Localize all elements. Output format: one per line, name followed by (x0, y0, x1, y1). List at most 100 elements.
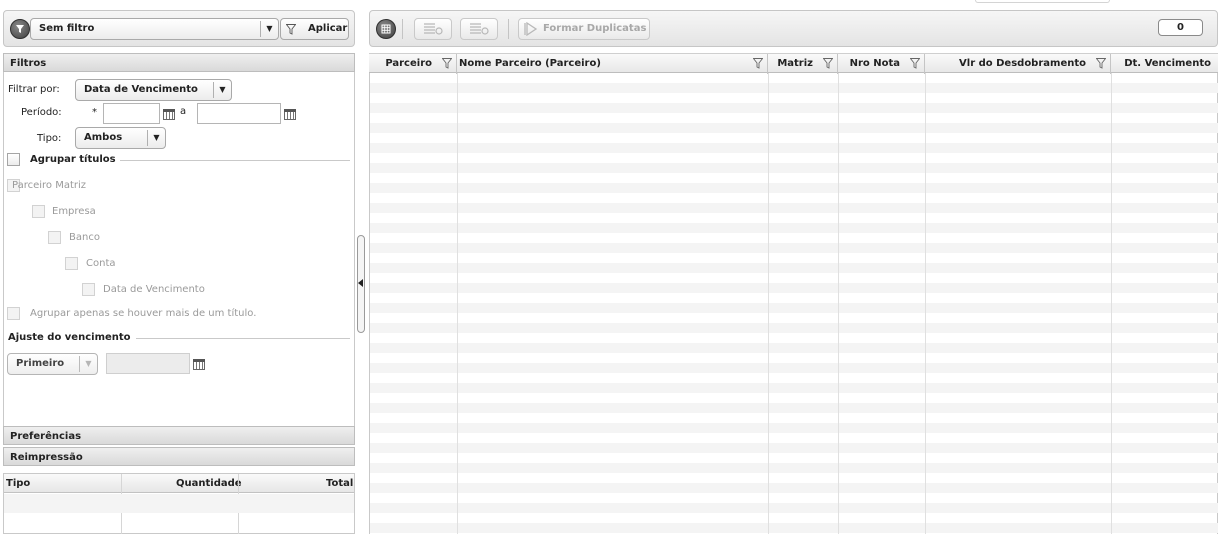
periodo-start-input[interactable] (103, 103, 160, 124)
col-nome-parceiro[interactable]: Nome Parceiro (Parceiro) (457, 54, 768, 74)
conta-label: Conta (86, 258, 116, 269)
table-row (370, 523, 1218, 533)
periodo-separator: a (180, 106, 187, 117)
column-divider (838, 73, 839, 534)
table-row (370, 323, 1218, 333)
apply-filter-button[interactable]: Aplicar (280, 18, 349, 40)
filter-select-value: Sem filtro (39, 23, 95, 34)
summary-col-quantidade: Quantidade (176, 478, 242, 489)
ajuste-select[interactable]: Primeiro ▼ (7, 353, 98, 375)
table-row (370, 203, 1218, 213)
table-row (370, 243, 1218, 253)
banco-label: Banco (69, 232, 100, 243)
col-vlr-desdobramento-label: Vlr do Desdobramento (959, 58, 1086, 69)
required-marker: * (92, 107, 97, 118)
periodo-end-input[interactable] (197, 103, 281, 124)
chevron-down-icon: ▼ (213, 82, 231, 98)
formar-duplicatas-button[interactable]: Formar Duplicatas (518, 18, 650, 40)
funnel-icon[interactable] (1096, 58, 1106, 69)
conta-checkbox[interactable] (65, 257, 78, 270)
col-dt-vencimento-label: Dt. Vencimento (1124, 58, 1211, 69)
tipo-label: Tipo: (37, 133, 62, 144)
agrupar-divider (120, 160, 350, 161)
table-row (370, 303, 1218, 313)
chevron-down-icon: ▼ (260, 21, 278, 37)
col-matriz[interactable]: Matriz (768, 54, 838, 74)
filter-menu-icon[interactable] (10, 19, 30, 39)
list-remove-icon (470, 23, 489, 35)
collapse-left-icon[interactable] (358, 279, 363, 287)
summary-col-total: Total (326, 478, 354, 489)
column-divider (768, 73, 769, 534)
table-row (370, 283, 1218, 293)
agrupar-apenas-checkbox[interactable] (7, 307, 20, 320)
agrupar-apenas-label: Agrupar apenas se houver mais de um títu… (30, 308, 257, 319)
reimpressao-section-header[interactable]: Reimpressão (3, 447, 355, 466)
table-row (370, 103, 1218, 113)
table-row (370, 423, 1218, 433)
column-divider (925, 73, 926, 534)
main-grid-header: Parceiro Nome Parceiro (Parceiro) Matriz… (369, 53, 1218, 74)
apply-label: Aplicar (308, 23, 348, 34)
funnel-icon (286, 24, 296, 35)
empresa-label: Empresa (52, 206, 96, 217)
tipo-value: Ambos (84, 132, 123, 143)
table-row (370, 443, 1218, 453)
data-vencimento-checkbox[interactable] (82, 283, 95, 296)
tipo-select[interactable]: Ambos ▼ (75, 127, 166, 149)
banco-checkbox[interactable] (48, 231, 61, 244)
calendar-icon[interactable] (163, 109, 175, 120)
calendar-icon[interactable] (193, 359, 205, 370)
funnel-icon[interactable] (753, 58, 763, 69)
preferencias-section-header[interactable]: Preferências (3, 426, 355, 445)
col-nro-nota[interactable]: Nro Nota (838, 54, 925, 74)
col-nro-nota-label: Nro Nota (849, 58, 900, 69)
grid-options-icon[interactable] (376, 19, 396, 39)
ajuste-value: Primeiro (16, 358, 65, 369)
funnel-icon[interactable] (823, 58, 833, 69)
table-row (370, 363, 1218, 373)
ajuste-vencimento-title: Ajuste do vencimento (8, 332, 131, 343)
funnel-icon[interactable] (442, 58, 452, 69)
filter-select[interactable]: Sem filtro ▼ (30, 18, 279, 40)
col-vlr-desdobramento[interactable]: Vlr do Desdobramento (925, 54, 1111, 74)
table-row (370, 343, 1218, 353)
table-row (370, 383, 1218, 393)
left-toolbar: Sem filtro ▼ Aplicar (3, 10, 355, 47)
funnel-icon[interactable] (910, 58, 920, 69)
chevron-down-icon: ▼ (79, 356, 97, 372)
col-dt-vencimento[interactable]: Dt. Vencimento (1111, 54, 1216, 74)
formar-duplicatas-label: Formar Duplicatas (543, 23, 647, 34)
filtrar-por-value: Data de Vencimento (84, 84, 198, 95)
table-row (370, 403, 1218, 413)
data-vencimento-label: Data de Vencimento (103, 284, 205, 295)
toolbar-divider (508, 19, 509, 39)
add-row-button[interactable] (414, 18, 452, 40)
col-parceiro[interactable]: Parceiro (369, 54, 457, 74)
table-row (370, 223, 1218, 233)
agrupar-titulos-checkbox[interactable] (7, 153, 20, 166)
table-row (370, 263, 1218, 273)
calendar-icon[interactable] (284, 109, 296, 120)
right-toolbar: Formar Duplicatas 0 (369, 10, 1218, 47)
agrupar-titulos-label: Agrupar títulos (30, 154, 116, 165)
empresa-checkbox[interactable] (32, 205, 45, 218)
filtrar-por-select[interactable]: Data de Vencimento ▼ (75, 79, 232, 101)
table-row (370, 83, 1218, 93)
col-matriz-label: Matriz (777, 58, 813, 69)
toolbar-divider (402, 19, 403, 39)
table-row (370, 163, 1218, 173)
filtros-section-header[interactable]: Filtros (3, 53, 355, 72)
ajuste-date-input[interactable] (106, 353, 190, 374)
record-count-badge: 0 (1158, 19, 1203, 36)
periodo-label: Período: (21, 107, 62, 118)
remove-row-button[interactable] (460, 18, 498, 40)
table-row (370, 143, 1218, 153)
top-edge-tab (975, 0, 1110, 3)
col-nome-parceiro-label: Nome Parceiro (Parceiro) (459, 58, 601, 69)
table-row (370, 483, 1218, 493)
filtrar-por-label: Filtrar por: (8, 84, 60, 95)
table-row (370, 503, 1218, 513)
parceiro-matriz-label: Parceiro Matriz (12, 180, 87, 191)
summary-col-tipo: Tipo (6, 478, 31, 489)
